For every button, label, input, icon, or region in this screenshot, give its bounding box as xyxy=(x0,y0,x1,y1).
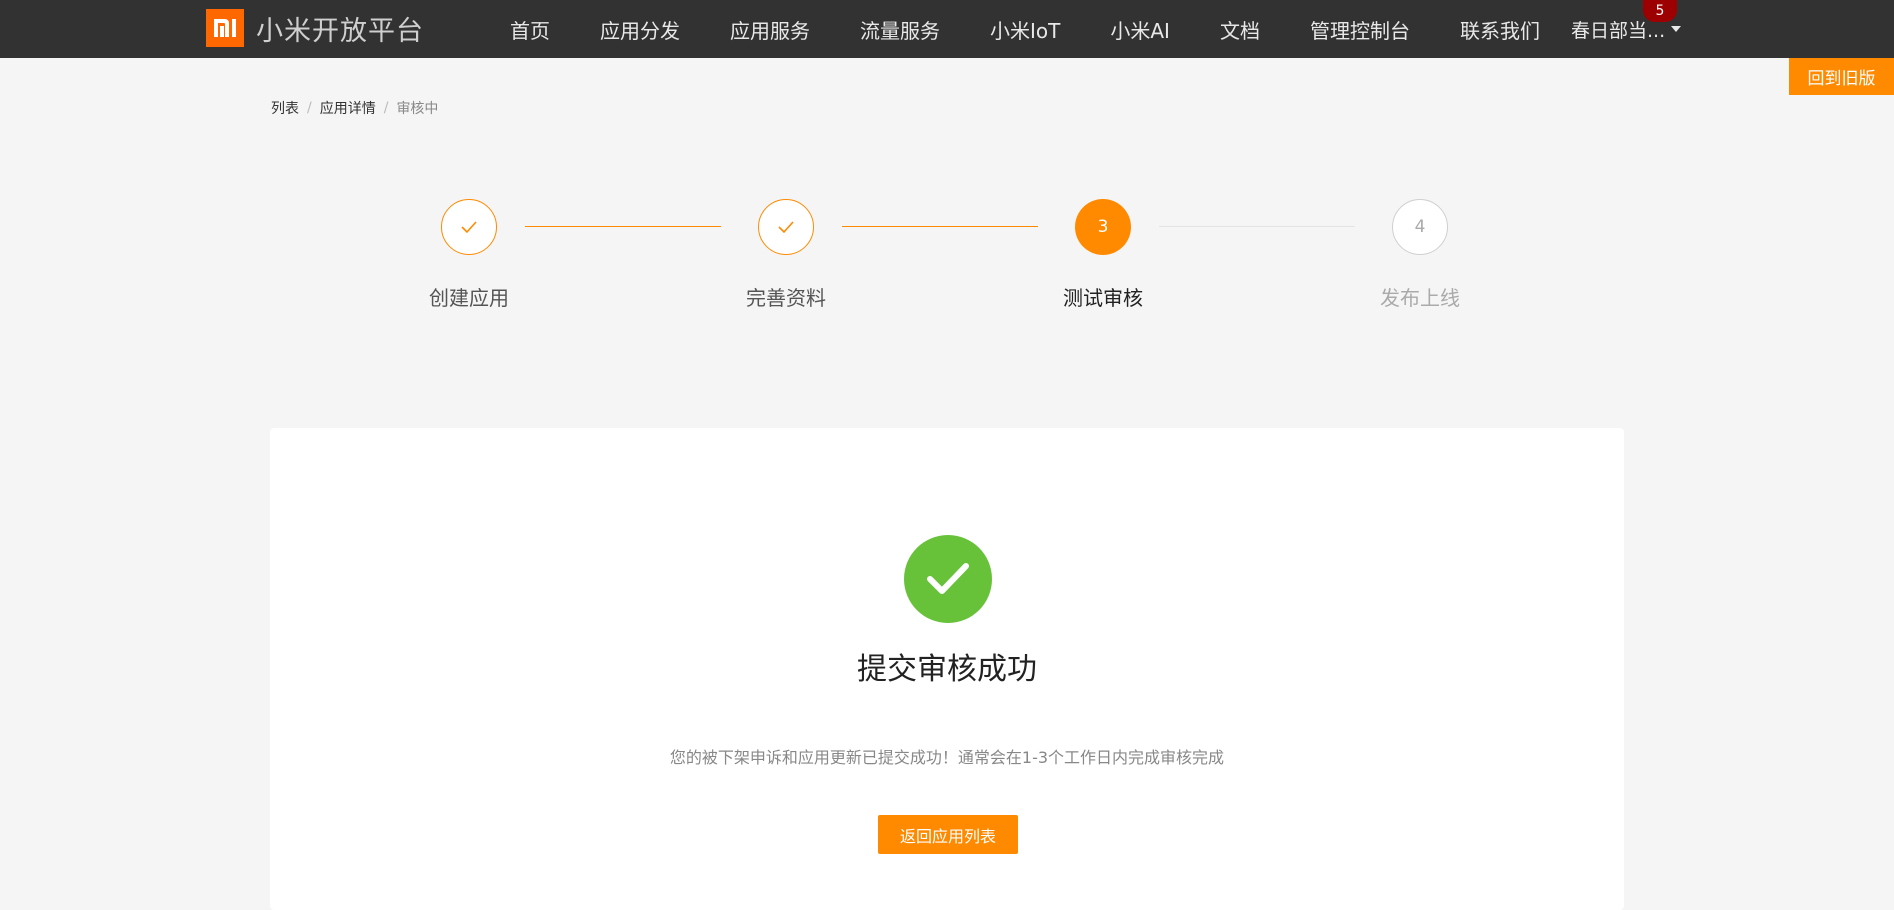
step-1-circle xyxy=(441,199,497,255)
check-icon xyxy=(461,221,477,234)
step-1-label: 创建应用 xyxy=(429,286,509,310)
step-3-label: 测试审核 xyxy=(1063,286,1143,310)
step-2-label: 完善资料 xyxy=(746,286,826,310)
step-3-number: 3 xyxy=(1097,217,1109,237)
step-4-label: 发布上线 xyxy=(1380,286,1460,310)
back-to-app-list-button[interactable]: 返回应用列表 xyxy=(878,815,1018,854)
step-connector-1 xyxy=(525,226,721,227)
progress-stepper: 创建应用 完善资料 3 测试审核 4 发布上线 xyxy=(0,0,1894,330)
step-3-circle: 3 xyxy=(1075,199,1131,255)
step-4-number: 4 xyxy=(1414,217,1426,237)
result-title: 提交审核成功 xyxy=(857,652,1037,687)
result-description: 您的被下架申诉和应用更新已提交成功！通常会在1-3个工作日内完成审核完成 xyxy=(669,748,1225,767)
step-connector-2 xyxy=(842,226,1038,227)
step-connector-3 xyxy=(1159,226,1355,227)
success-check-icon xyxy=(904,535,992,623)
result-card: 提交审核成功 您的被下架申诉和应用更新已提交成功！通常会在1-3个工作日内完成审… xyxy=(270,428,1624,910)
step-4-circle: 4 xyxy=(1392,199,1448,255)
step-2-circle xyxy=(758,199,814,255)
check-icon xyxy=(778,221,794,234)
